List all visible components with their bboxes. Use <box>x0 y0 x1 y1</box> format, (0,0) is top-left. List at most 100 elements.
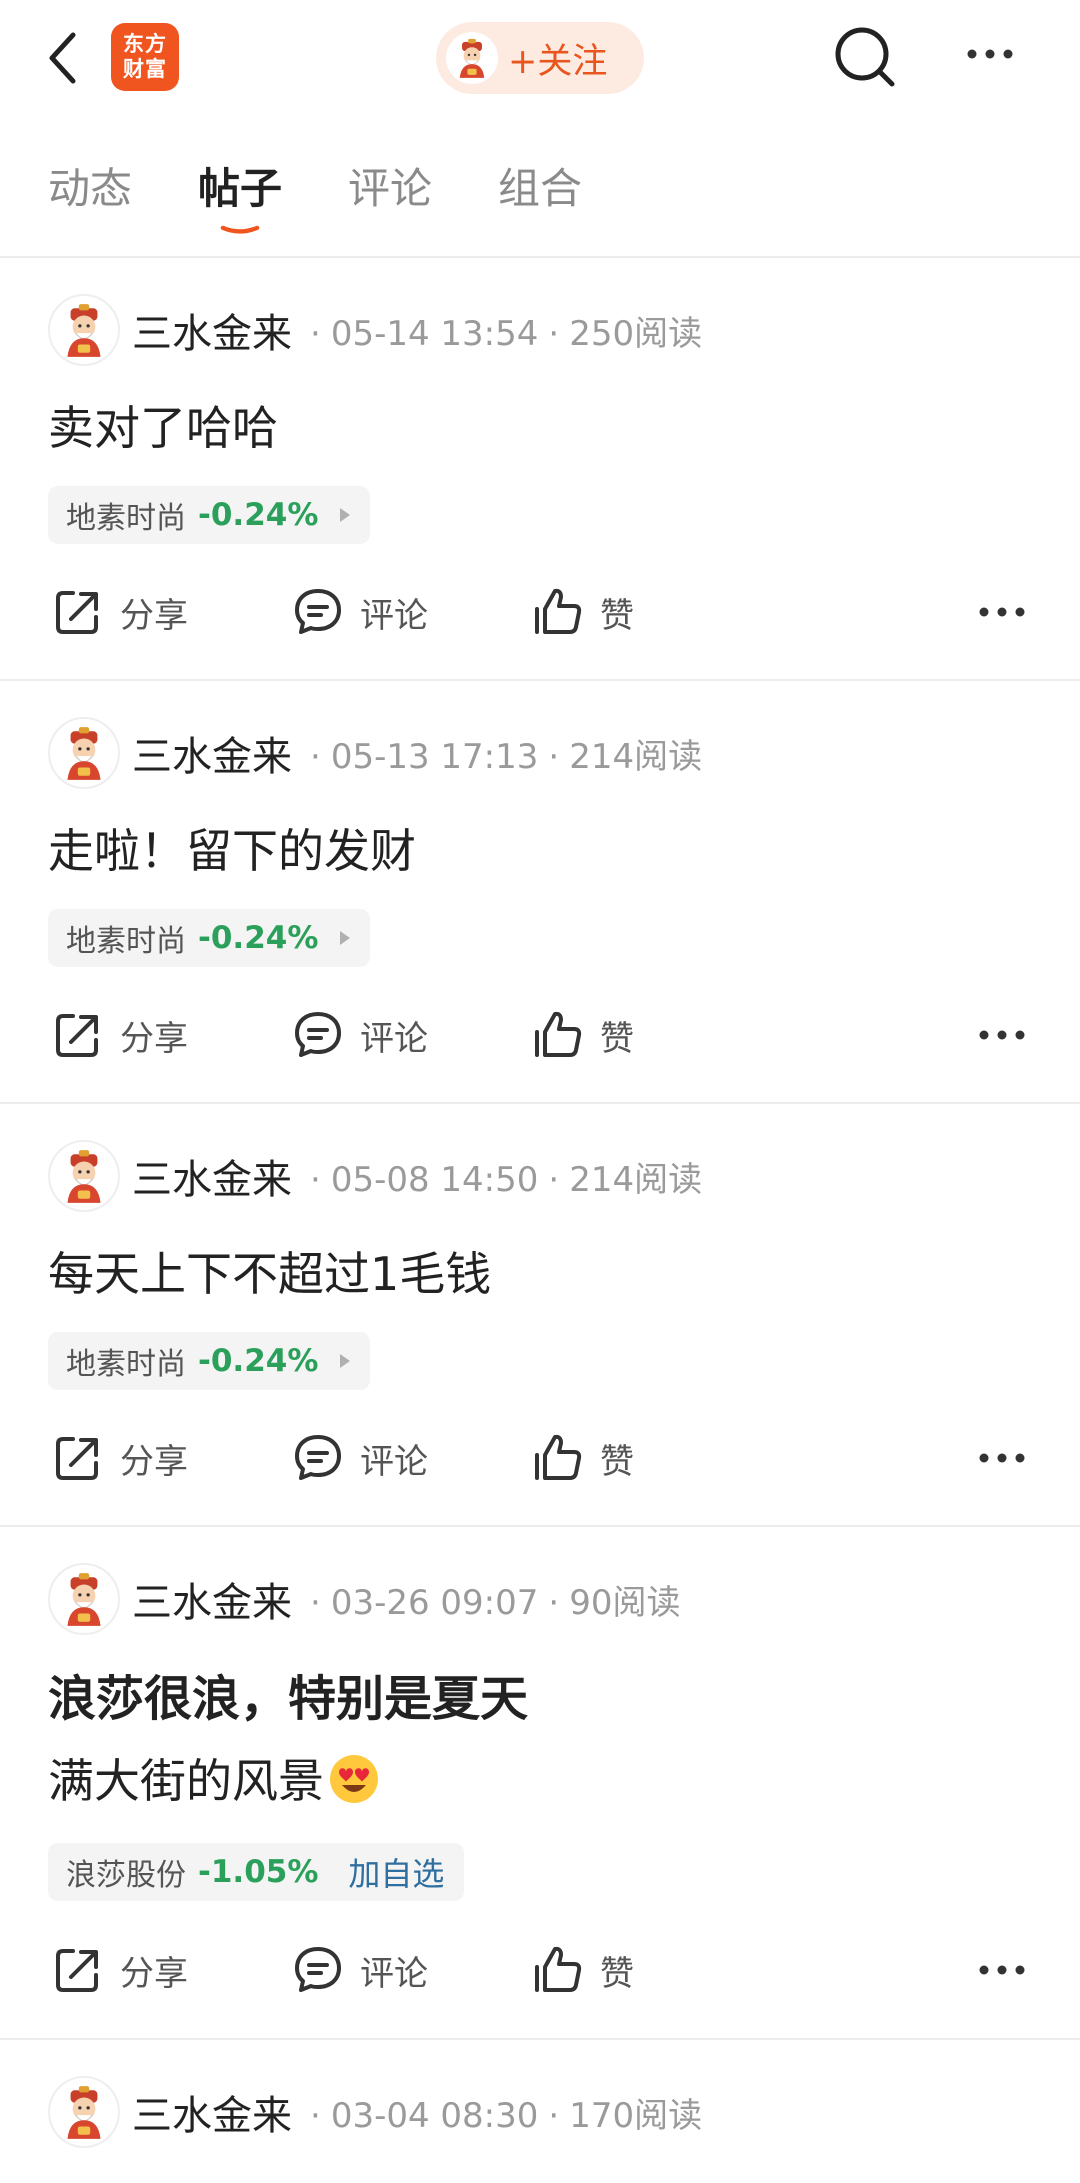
stock-tag[interactable]: 地素时尚 -0.24% <box>48 1332 371 1390</box>
post-card[interactable]: 三水金来 · 05-13 17:13 · 214阅读 走啦！留下的发财 地素时尚 -0… <box>0 681 1080 1103</box>
logo-line-2: 财富 <box>123 57 167 81</box>
post-meta: · 05-13 17:13 · 214阅读 <box>310 736 703 777</box>
share-button[interactable]: 分享 <box>50 577 188 647</box>
tab-portfolio[interactable]: 组合 <box>498 155 582 216</box>
share-label: 分享 <box>120 1018 188 1059</box>
add-watchlist-link[interactable]: 加自选 <box>348 1849 444 1895</box>
thumbs-up-icon <box>535 1434 582 1480</box>
read-count: 214阅读 <box>569 736 703 777</box>
app-logo: 东方 财富 <box>111 23 179 91</box>
read-count: 214阅读 <box>569 1159 703 1200</box>
stock-tag[interactable]: 浪莎股份 -1.05% 加自选 <box>48 1843 465 1901</box>
author-name[interactable]: 三水金来 <box>132 2083 292 2141</box>
post-text[interactable]: 走啦！留下的发财 <box>48 815 416 881</box>
follow-button[interactable]: +关注 <box>436 22 644 94</box>
share-button[interactable]: 分享 <box>50 1423 188 1493</box>
follow-label: +关注 <box>508 41 608 82</box>
stock-change: -0.24% <box>198 920 319 956</box>
stock-name: 地素时尚 <box>66 501 186 536</box>
stock-change: -0.24% <box>198 1343 319 1379</box>
thumbs-up-icon <box>535 1946 582 1992</box>
stock-name: 地素时尚 <box>66 1347 186 1382</box>
author-name[interactable]: 三水金来 <box>132 1570 292 1628</box>
post-card[interactable]: 三水金来 · 05-08 14:50 · 214阅读 每天上下不超过1毛钱 地素时尚 … <box>0 1104 1080 1526</box>
play-arrow-icon <box>340 1354 351 1368</box>
share-icon <box>56 1437 98 1480</box>
active-tab-indicator <box>220 225 260 234</box>
share-icon <box>56 1014 98 1057</box>
stock-change: -0.24% <box>198 497 319 533</box>
more-dots-icon <box>979 1030 1025 1040</box>
like-button[interactable]: 赞 <box>530 577 634 647</box>
comment-button[interactable]: 评论 <box>290 1423 428 1493</box>
post-date: 05-14 13:54 <box>330 313 539 354</box>
post-date: 05-08 14:50 <box>330 1159 539 1200</box>
post-more-button[interactable] <box>972 1000 1032 1070</box>
post-text-content: 满大街的风景 <box>48 1754 324 1808</box>
post-card[interactable]: 三水金来 · 05-14 13:54 · 250阅读 卖对了哈哈 地素时尚 -0.24… <box>0 258 1080 680</box>
heart-eyes-emoji-icon <box>330 1755 378 1803</box>
avatar[interactable] <box>48 294 120 366</box>
post-date: 03-26 09:07 <box>330 1582 539 1623</box>
author-name[interactable]: 三水金来 <box>132 1147 292 1205</box>
author-name[interactable]: 三水金来 <box>132 724 292 782</box>
share-icon <box>56 1949 98 1992</box>
comment-button[interactable]: 评论 <box>290 577 428 647</box>
post-more-button[interactable] <box>972 1423 1032 1493</box>
stock-tag[interactable]: 地素时尚 -0.24% <box>48 486 371 544</box>
share-icon <box>56 591 98 634</box>
comment-bubble-icon <box>295 1435 341 1480</box>
more-menu-button[interactable] <box>960 34 1030 80</box>
comment-bubble-icon <box>295 1012 341 1057</box>
post-card[interactable]: 三水金来 · 03-26 09:07 · 90阅读 浪莎很浪，特别是夏天 满大街的风景… <box>0 1527 1080 2039</box>
author-row: 三水金来 · 05-13 17:13 · 214阅读 <box>48 717 702 789</box>
back-button[interactable] <box>40 28 84 88</box>
action-bar: 分享 评论 赞 <box>0 1000 1080 1070</box>
search-button[interactable] <box>830 22 900 92</box>
stock-name: 地素时尚 <box>66 924 186 959</box>
post-meta: · 03-26 09:07 · 90阅读 <box>310 1582 681 1623</box>
tab-comments[interactable]: 评论 <box>348 155 432 216</box>
avatar[interactable] <box>48 717 120 789</box>
share-button[interactable]: 分享 <box>50 1000 188 1070</box>
post-meta: · 05-14 13:54 · 250阅读 <box>310 313 703 354</box>
stock-tag[interactable]: 地素时尚 -0.24% <box>48 909 371 967</box>
comment-button[interactable]: 评论 <box>290 1000 428 1070</box>
logo-line-1: 东方 <box>123 32 167 56</box>
tab-dynamic[interactable]: 动态 <box>48 155 132 216</box>
post-title[interactable]: 浪莎很浪，特别是夏天 <box>48 1659 528 1729</box>
more-dots-icon <box>967 49 1013 59</box>
comment-button[interactable]: 评论 <box>290 1935 428 2005</box>
like-button[interactable]: 赞 <box>530 1000 634 1070</box>
like-button[interactable]: 赞 <box>530 1935 634 2005</box>
play-arrow-icon <box>340 931 351 945</box>
author-row: 三水金来 · 03-26 09:07 · 90阅读 <box>48 1563 680 1635</box>
post-date: 05-13 17:13 <box>330 736 539 777</box>
author-name[interactable]: 三水金来 <box>132 301 292 359</box>
thumbs-up-icon <box>535 588 582 634</box>
post-meta: · 05-08 14:50 · 214阅读 <box>310 1159 703 1200</box>
search-icon <box>835 27 895 87</box>
post-card[interactable]: 三水金来 · 03-04 08:30 · 170阅读 <box>0 2040 1080 2183</box>
action-bar: 分享 评论 赞 <box>0 1935 1080 2005</box>
avatar[interactable] <box>48 2076 120 2148</box>
post-more-button[interactable] <box>972 1935 1032 2005</box>
like-label: 赞 <box>600 595 634 636</box>
tab-posts[interactable]: 帖子 <box>198 155 282 216</box>
stock-change: -1.05% <box>198 1854 319 1890</box>
share-label: 分享 <box>120 1953 188 1994</box>
post-text[interactable]: 卖对了哈哈 <box>48 392 278 458</box>
avatar[interactable] <box>48 1140 120 1212</box>
post-text[interactable]: 满大街的风景 <box>48 1745 380 1811</box>
more-dots-icon <box>979 1453 1025 1463</box>
post-more-button[interactable] <box>972 577 1032 647</box>
user-avatar-mini <box>446 32 498 84</box>
comment-label: 评论 <box>360 1018 428 1059</box>
post-text[interactable]: 每天上下不超过1毛钱 <box>48 1238 491 1304</box>
profile-tabs: 动态 帖子 评论 组合 <box>0 145 1080 255</box>
like-label: 赞 <box>600 1018 634 1059</box>
avatar[interactable] <box>48 1563 120 1635</box>
share-button[interactable]: 分享 <box>50 1935 188 2005</box>
play-arrow-icon <box>340 508 351 522</box>
like-button[interactable]: 赞 <box>530 1423 634 1493</box>
